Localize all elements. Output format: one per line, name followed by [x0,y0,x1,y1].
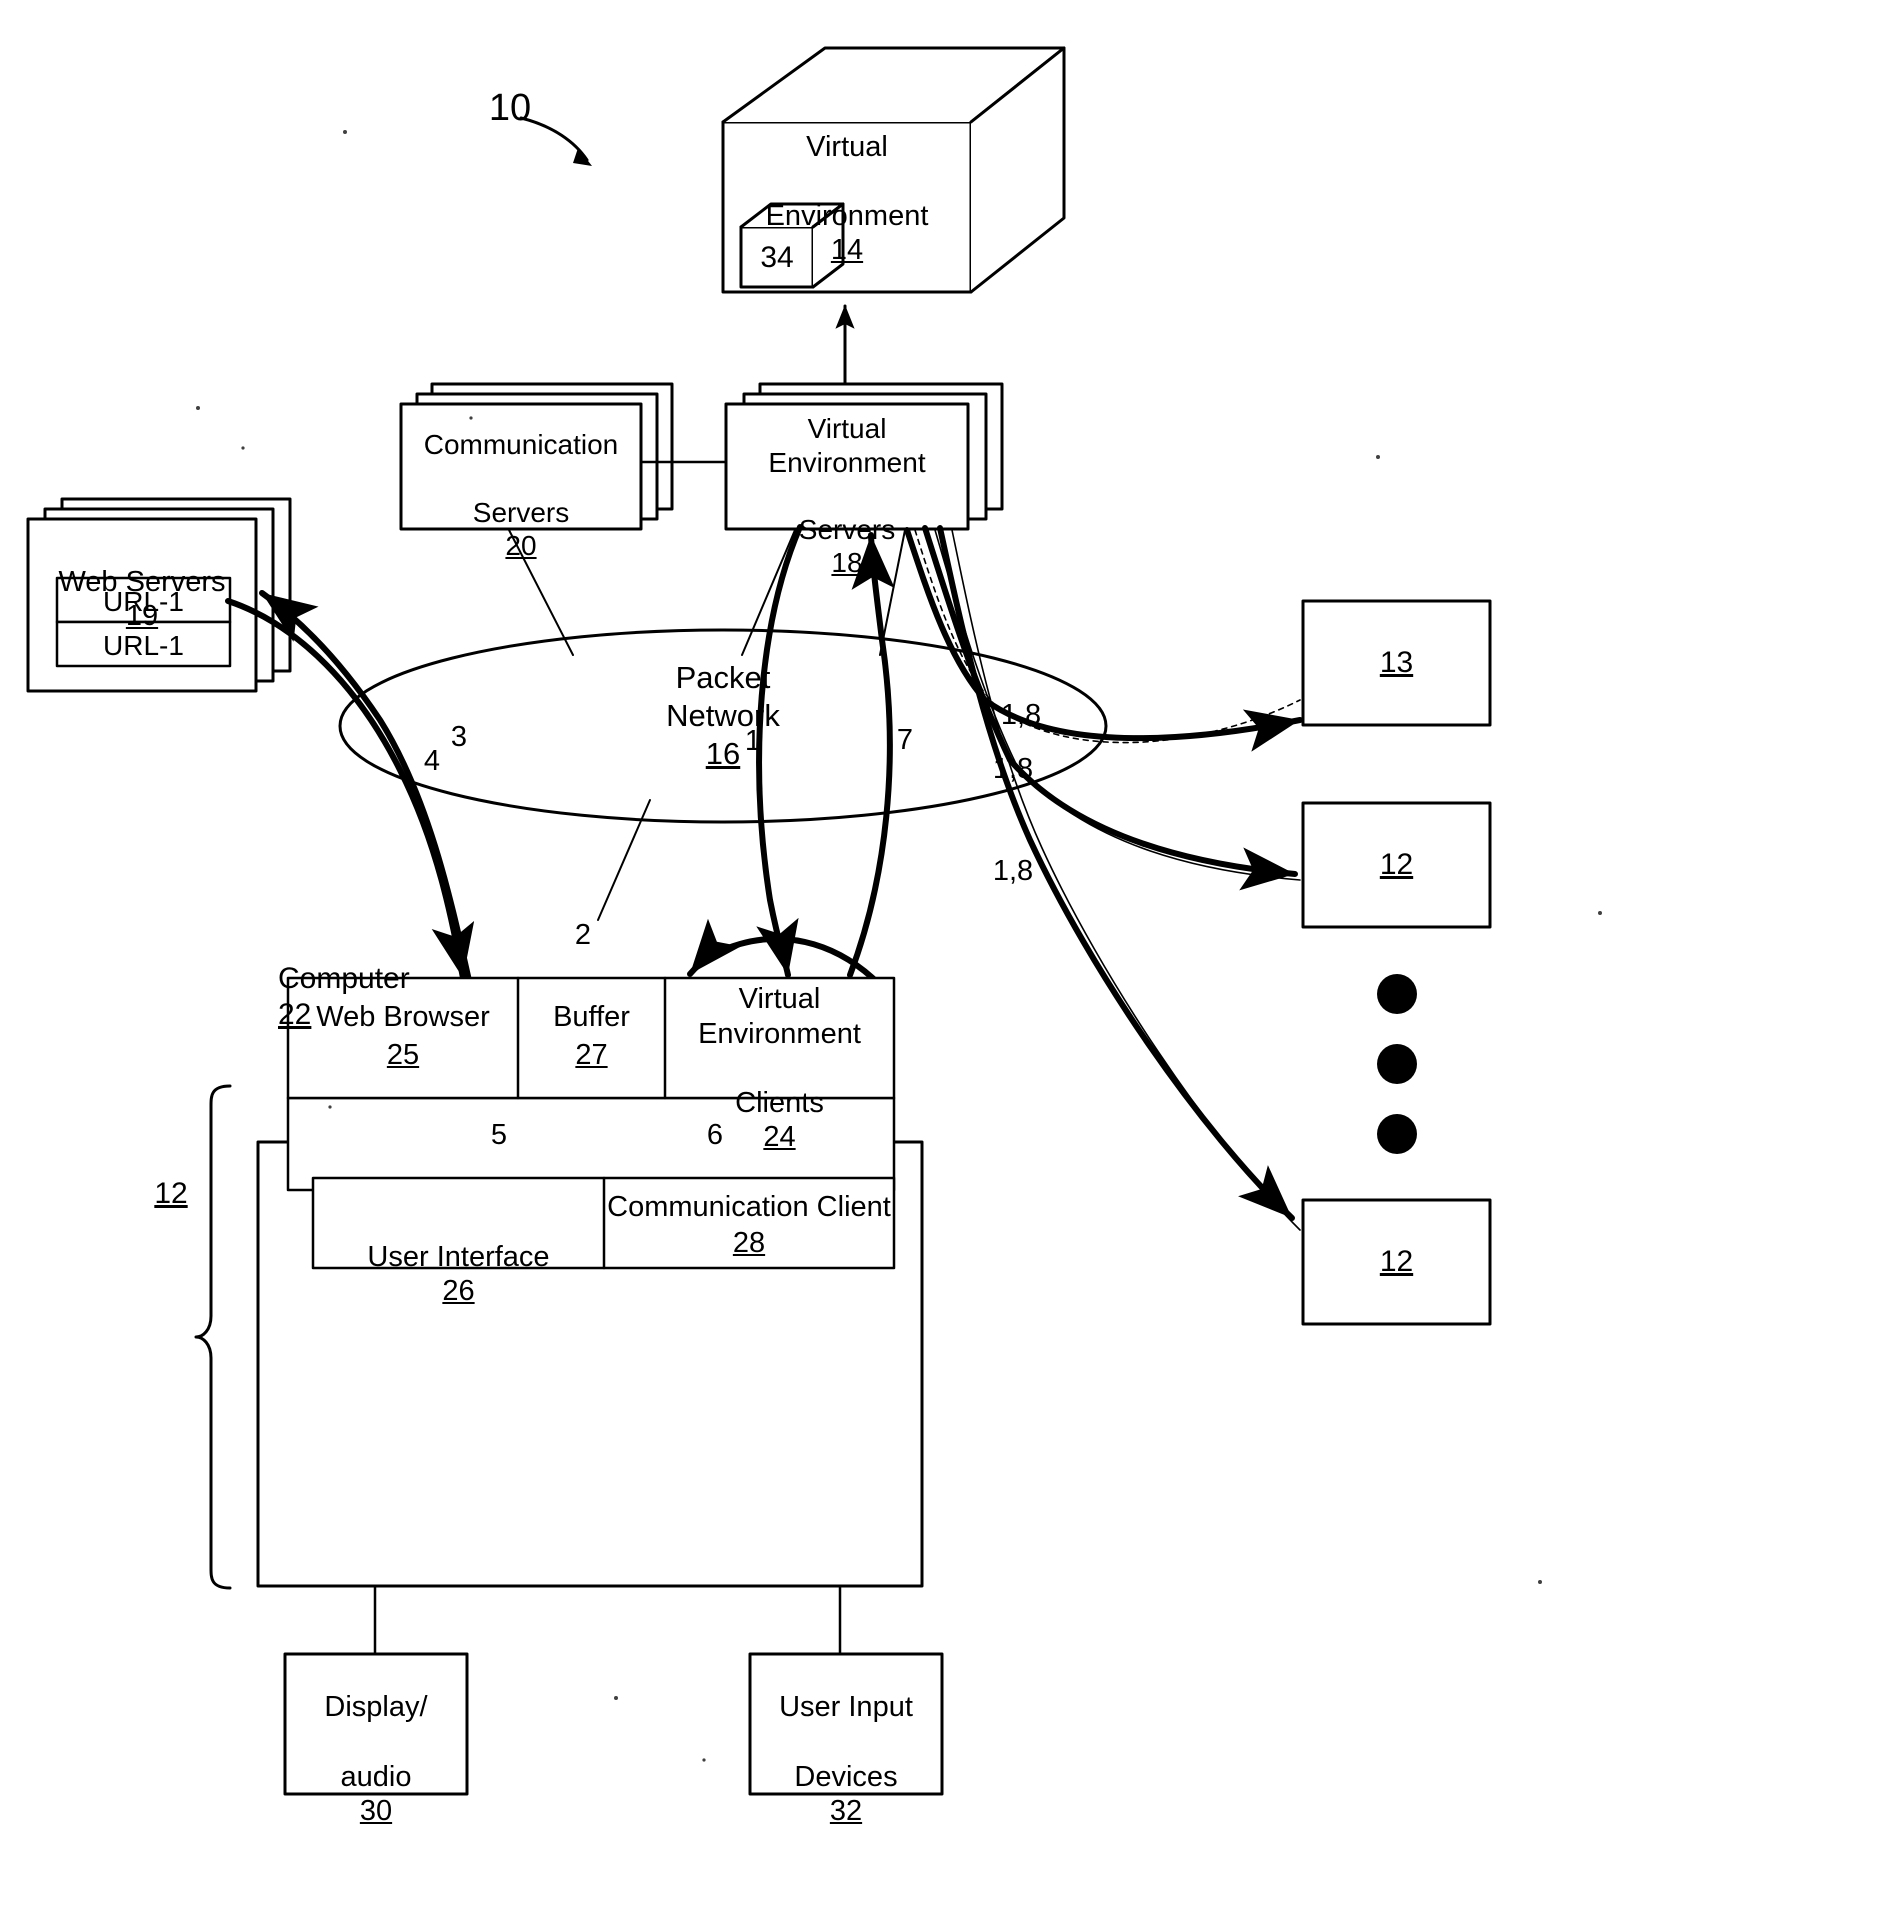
communication-client-ref: 28 [732,1227,766,1259]
user-input-devices-label-line2: Devices 32 [752,1726,940,1829]
display-audio-ref: 30 [359,1795,393,1828]
web-servers-label: Web Servers 19 [33,531,251,634]
web-browser-ref: 25 [386,1039,420,1071]
user-interface-text: User Interface [367,1241,550,1274]
web-server-url-item-1: URL-1 [103,630,184,661]
ve-clients-ref: 24 [763,1121,796,1154]
communication-servers-line2-text: Servers [472,497,570,529]
user-input-devices-ref: 32 [829,1795,863,1828]
user-interface-ref: 26 [442,1275,475,1308]
ve-servers-ref: 18 [831,547,863,579]
remote-client-ref-12b: 12 [1379,1245,1414,1278]
web-server-url-item-0: URL-1 [103,586,184,617]
remote-client-ref-13: 13 [1379,646,1414,679]
ve-clients-label-line2: Environment [698,1018,861,1050]
user-input-devices-label-line1: User Input [779,1691,913,1723]
flow-label-5: 5 [490,1119,508,1151]
user-input-devices-text: Devices [794,1761,898,1794]
communication-client-label: Communication Client [607,1191,891,1223]
group-brace-12 [194,1084,232,1590]
virtual-object-cube-label: 34 [760,241,794,274]
flow-label-1-8-a: 1,8 [1000,699,1042,731]
display-audio-text: audio [340,1761,412,1794]
user-interface-label: User Interface 26 [315,1206,602,1309]
display-audio-label-line1: Display/ [324,1691,428,1723]
flow-label-2: 2 [574,919,592,951]
packet-network-ref: 16 [705,736,741,771]
ve-clients-line3-text: Clients [735,1087,824,1120]
flow-label-1: 1 [744,725,762,757]
flow-label-4: 4 [423,745,441,777]
web-browser-label: Web Browser [316,1001,490,1033]
buffer-ref: 27 [575,1039,608,1071]
ve-clients-label-line3: Clients 24 [667,1052,892,1155]
virtual-environment-title: Virtual [806,131,888,163]
flow-label-7: 7 [896,724,914,756]
communication-servers-ref: 20 [505,530,537,562]
ellipsis-dot [1377,974,1417,1014]
ellipsis-dot [1377,1114,1417,1154]
figure-reference-numeral: 10 [488,87,532,129]
flow-label-1-8-c: 1,8 [992,855,1034,887]
ve-servers-label-line2: Environment [768,447,926,478]
ellipsis-dot [1377,1044,1417,1084]
virtual-environment-ref: 14 [830,234,864,267]
packet-network-label-line2: Network [666,698,780,733]
ve-servers-label-line3: Servers 18 [728,480,966,579]
communication-servers-label-line2: Servers 20 [403,463,639,562]
patent-figure-canvas: 10 Virtual Environment 14 34 Communicati… [0,0,1880,1921]
communication-servers-label-line1: Communication [423,429,619,460]
ve-servers-line3-text: Servers [798,514,896,546]
remote-client-ref-12a: 12 [1379,848,1414,881]
virtual-environment-title-line2-text: Environment [765,200,929,233]
ve-servers-label-line1: Virtual [807,413,887,444]
ve-clients-label-line1: Virtual [738,983,821,1015]
packet-network-label-line1: Packet [675,660,771,695]
computer-group-ref-12: 12 [154,1177,188,1210]
flow-label-1-8-b: 1,8 [992,753,1034,785]
buffer-label: Buffer [553,1001,630,1033]
computer-title-text: Computer [278,962,410,996]
display-audio-label-line2: audio 30 [287,1726,465,1829]
